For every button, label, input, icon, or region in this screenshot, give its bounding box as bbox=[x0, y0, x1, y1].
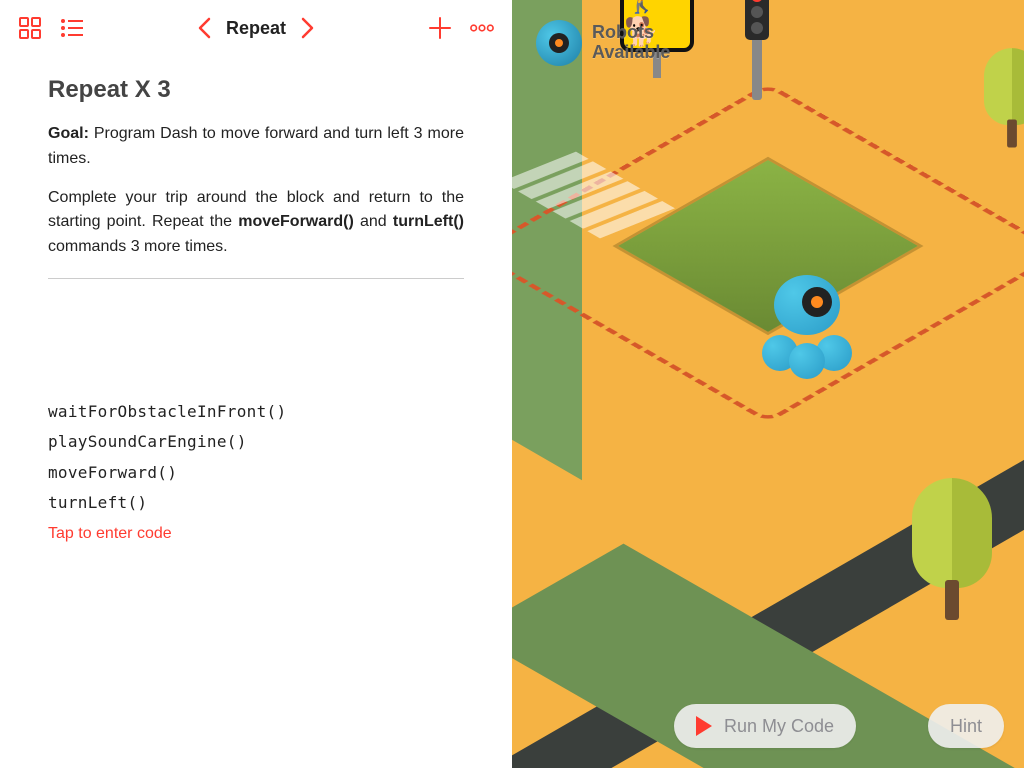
tree bbox=[984, 43, 1024, 148]
traffic-light bbox=[752, 0, 762, 100]
robot-dash bbox=[762, 275, 852, 365]
more-icon[interactable] bbox=[470, 16, 494, 40]
hint-button[interactable]: Hint bbox=[928, 704, 1004, 748]
code-editor[interactable]: waitForObstacleInFront() playSoundCarEng… bbox=[0, 297, 512, 549]
run-code-button[interactable]: Run My Code bbox=[674, 704, 856, 748]
game-viewport[interactable]: 🚶🐕 Robots Available Run My Code Hint bbox=[512, 0, 1024, 768]
goal-paragraph: Goal: Program Dash to move forward and t… bbox=[48, 122, 464, 172]
hint-button-label: Hint bbox=[950, 716, 982, 737]
status-text: Robots Available bbox=[592, 23, 670, 63]
page-title: Repeat X 3 bbox=[48, 76, 464, 104]
nav-title: Repeat bbox=[226, 18, 286, 39]
divider bbox=[48, 278, 464, 279]
code-line[interactable]: turnLeft() bbox=[48, 488, 464, 518]
instruction-panel: Repeat Repeat X 3 Goal: Program Dash to … bbox=[0, 0, 512, 768]
play-icon bbox=[696, 716, 712, 736]
scene: 🚶🐕 bbox=[512, 0, 1024, 768]
chevron-right-icon[interactable] bbox=[296, 16, 320, 40]
plus-icon[interactable] bbox=[428, 16, 452, 40]
code-line[interactable]: playSoundCarEngine() bbox=[48, 427, 464, 457]
tree bbox=[912, 470, 992, 620]
robot-status[interactable]: Robots Available bbox=[536, 20, 670, 66]
list-icon[interactable] bbox=[60, 16, 84, 40]
chevron-left-icon[interactable] bbox=[192, 16, 216, 40]
robot-avatar-icon bbox=[536, 20, 582, 66]
description-paragraph: Complete your trip around the block and … bbox=[48, 186, 464, 260]
toolbar: Repeat bbox=[0, 0, 512, 56]
goal-body: Program Dash to move forward and turn le… bbox=[48, 125, 464, 167]
goal-label: Goal: bbox=[48, 125, 89, 142]
run-button-label: Run My Code bbox=[724, 716, 834, 737]
code-line[interactable]: waitForObstacleInFront() bbox=[48, 397, 464, 427]
code-placeholder[interactable]: Tap to enter code bbox=[48, 519, 464, 549]
grid-icon[interactable] bbox=[18, 16, 42, 40]
lesson-content: Repeat X 3 Goal: Program Dash to move fo… bbox=[0, 56, 512, 297]
code-line[interactable]: moveForward() bbox=[48, 458, 464, 488]
